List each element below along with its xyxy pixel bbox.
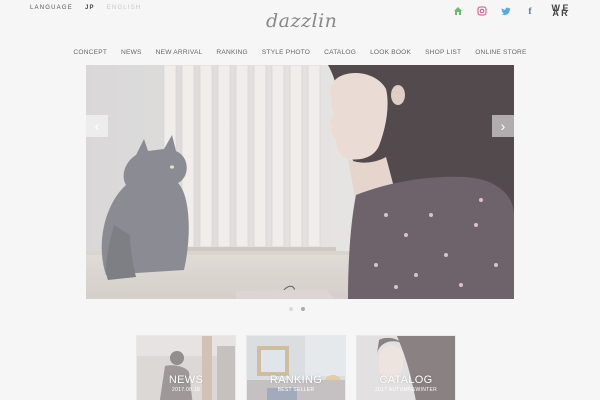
ranking-card[interactable]: RANKING BEST SELLER	[246, 335, 346, 400]
ranking-card-title: RANKING	[269, 374, 323, 386]
twitter-icon[interactable]	[494, 4, 518, 18]
brand-logo[interactable]: dazzlin	[266, 10, 338, 36]
slider-dot-1[interactable]	[289, 307, 293, 311]
slider-pagination	[289, 307, 305, 311]
logo-text: dazzlin	[266, 10, 338, 32]
hero-slide-image[interactable]	[86, 65, 514, 299]
lang-en-link[interactable]: ENGLISH	[107, 5, 142, 11]
nav-item-catalog[interactable]: CATALOG	[317, 49, 363, 56]
language-label: LANGUAGE	[30, 5, 73, 11]
nav-item-new-arrival[interactable]: NEW ARRIVAL	[149, 49, 210, 56]
slider-dot-2[interactable]	[301, 307, 305, 311]
global-nav: CONCEPT NEWS NEW ARRIVAL RANKING STYLE P…	[0, 49, 600, 56]
nav-item-style-photo[interactable]: STYLE PHOTO	[255, 49, 317, 56]
social-links: f W E A R	[446, 4, 572, 18]
language-switcher: LANGUAGE JP ENGLISH	[30, 5, 141, 11]
nav-item-news[interactable]: NEWS	[114, 49, 149, 56]
catalog-card-subtitle: 2017 AUTUMN&WINTER	[374, 387, 438, 393]
news-card-caption: NEWS 2017.08.18	[137, 374, 235, 393]
facebook-icon[interactable]: f	[518, 4, 542, 18]
home-icon[interactable]	[446, 4, 470, 18]
instagram-icon[interactable]	[470, 4, 494, 18]
slider-next-button[interactable]: ›	[492, 115, 514, 137]
nav-item-shop-list[interactable]: SHOP LIST	[418, 49, 468, 56]
nav-item-online-store[interactable]: ONLINE STORE	[468, 49, 533, 56]
ranking-card-subtitle: BEST SELLER	[277, 387, 315, 393]
slider-prev-button[interactable]: ‹	[86, 115, 108, 137]
catalog-card-caption: CATALOG 2017 AUTUMN&WINTER	[357, 374, 455, 393]
wear-icon[interactable]: W E A R	[548, 4, 572, 18]
nav-item-concept[interactable]: CONCEPT	[66, 49, 114, 56]
lang-jp-link[interactable]: JP	[85, 5, 95, 11]
news-card[interactable]: NEWS 2017.08.18	[136, 335, 236, 400]
feature-cards: NEWS 2017.08.18 RANKING BEST SELLER CATA…	[136, 335, 456, 400]
nav-item-look-book[interactable]: LOOK BOOK	[363, 49, 418, 56]
news-card-subtitle: 2017.08.18	[171, 387, 201, 393]
nav-item-ranking[interactable]: RANKING	[209, 49, 254, 56]
hero-photo	[86, 65, 514, 299]
catalog-card[interactable]: CATALOG 2017 AUTUMN&WINTER	[356, 335, 456, 400]
catalog-card-title: CATALOG	[379, 374, 433, 386]
news-card-title: NEWS	[168, 374, 204, 386]
ranking-card-caption: RANKING BEST SELLER	[247, 374, 345, 393]
